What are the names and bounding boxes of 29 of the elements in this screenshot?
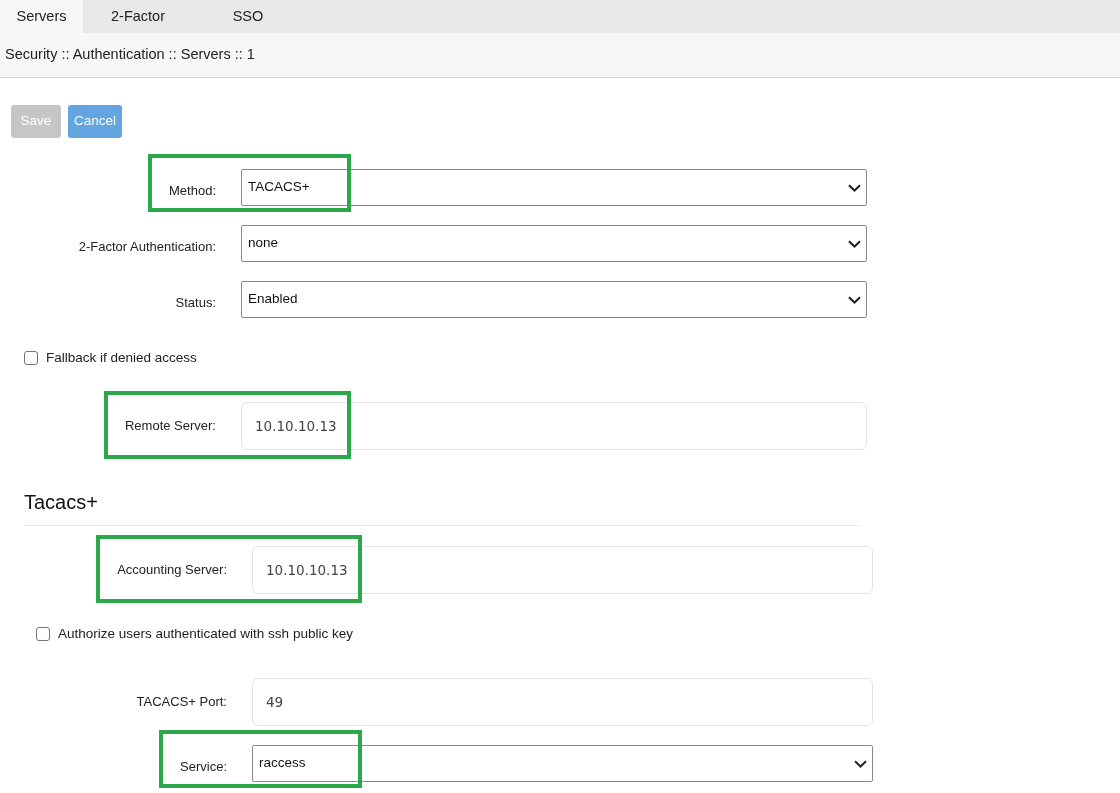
checkbox-label: Fallback if denied access [46, 348, 197, 367]
input-field[interactable]: 49 [252, 678, 873, 726]
chevron-down-icon [848, 239, 861, 248]
breadcrumb: Security :: Authentication :: Servers :: 1 [5, 45, 255, 65]
field-label: TACACS+ Port: [136, 694, 227, 710]
chevron-down-icon [854, 759, 867, 768]
chevron-down-icon [848, 295, 861, 304]
field-label: Status: [175, 294, 216, 310]
checkbox[interactable] [36, 627, 50, 641]
section-heading: Tacacs+ [24, 487, 860, 526]
select-field[interactable]: TACACS+ [241, 169, 867, 206]
select-value: raccess [259, 754, 306, 773]
input-field[interactable]: 10.10.10.13 [252, 546, 873, 594]
field-label: Accounting Server: [117, 562, 227, 578]
field-label: Remote Server: [124, 418, 216, 434]
select-value: TACACS+ [248, 178, 310, 197]
chevron-down-icon [848, 183, 861, 192]
tab[interactable]: Servers [0, 0, 83, 33]
field-label: Service: [180, 758, 227, 774]
select-value: none [248, 234, 279, 253]
select-field[interactable]: Enabled [241, 281, 867, 318]
checkbox[interactable] [24, 351, 38, 365]
select-field[interactable]: none [241, 225, 867, 262]
select-field[interactable]: raccess [252, 745, 873, 782]
field-label: Method: [169, 182, 216, 198]
checkbox-label: Authorize users authenticated with ssh public key [58, 624, 353, 643]
select-value: Enabled [248, 290, 298, 309]
input-field[interactable]: 10.10.10.13 [241, 402, 867, 450]
field-label: 2-Factor Authentication: [78, 238, 216, 254]
